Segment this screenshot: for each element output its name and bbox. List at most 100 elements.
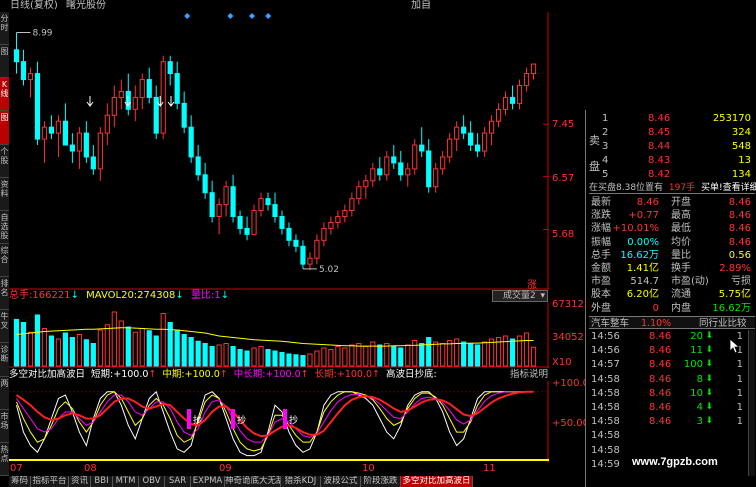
- tick-time: 14:57: [591, 359, 620, 371]
- candle-body: [146, 79, 152, 98]
- event-arrow-icon[interactable]: [86, 96, 94, 107]
- date-axis: 07 08 09 10 11: [9, 463, 549, 475]
- bottom-tab[interactable]: 阶段涨跌: [361, 476, 401, 487]
- left-tab[interactable]: 自选股: [0, 210, 9, 244]
- quote-label: 涨幅: [591, 223, 611, 235]
- event-diamond-icon[interactable]: [249, 13, 255, 19]
- indicator-help-button[interactable]: 指标说明: [510, 369, 548, 381]
- quote-row: 股本 6.20亿 流通 5.75亿: [589, 288, 755, 301]
- order-book-row[interactable]: 2 8.45 324: [600, 126, 755, 139]
- candle-body: [118, 90, 124, 98]
- order-price: 8.45: [648, 127, 671, 138]
- date-tick: 07: [10, 463, 23, 474]
- indicator-name[interactable]: 多空对比加高波日: [9, 369, 85, 380]
- sell-label-text: 卖盘: [589, 134, 600, 173]
- left-tab[interactable]: 个股: [0, 144, 9, 178]
- tick-row: 14:58: [589, 429, 747, 442]
- bottom-tab[interactable]: 猎杀KDJ: [281, 476, 321, 487]
- signal-bar: [283, 409, 287, 429]
- volume-bar: [125, 326, 131, 367]
- left-tab[interactable]: 两: [0, 376, 9, 410]
- sector-compare-button[interactable]: 同行业比较: [699, 317, 747, 330]
- volume-bar: [349, 344, 355, 367]
- order-status-left: 在买盘8.38位置有: [589, 183, 664, 193]
- event-arrow-icon[interactable]: [167, 96, 175, 107]
- order-book-row[interactable]: 4 8.43 13: [600, 154, 755, 167]
- left-tab[interactable]: K线: [0, 78, 9, 112]
- candle: [468, 121, 474, 151]
- volume-bar: [356, 343, 362, 367]
- left-tab[interactable]: 市场: [0, 409, 9, 443]
- order-book-row[interactable]: 5 8.42 134: [600, 168, 755, 181]
- tick-row: 14:57 8.46 100 ⬇ 1: [589, 358, 747, 371]
- mid-long-term-value: +100.0: [265, 369, 301, 380]
- event-diamond-icon[interactable]: [184, 13, 191, 19]
- candle-body: [265, 198, 271, 206]
- candle-body: [48, 126, 55, 134]
- volume-bar: [237, 349, 243, 367]
- bottom-tab[interactable]: OBV: [139, 476, 165, 487]
- candle-body: [530, 63, 537, 75]
- bottom-tab[interactable]: 筹码: [9, 476, 31, 487]
- volume-dropdown[interactable]: 成交量2 ▾: [492, 290, 548, 302]
- left-tab[interactable]: 排名: [0, 277, 9, 311]
- bottom-tab[interactable]: 神奇诡底大无敌线: [225, 476, 281, 487]
- quote-label: 市盈: [591, 276, 611, 288]
- order-status-bar[interactable]: 在买盘8.38位置有 197手 买单!查看详细: [589, 182, 756, 194]
- left-tab[interactable]: 牛叉: [0, 310, 9, 344]
- bottom-tab[interactable]: 多空对比加高波日: [401, 476, 473, 487]
- quote-row: 涨幅 +10.01% 最低 8.46: [589, 222, 755, 235]
- candle-body: [314, 239, 320, 259]
- candle: [377, 156, 383, 181]
- left-tab[interactable]: 图: [0, 111, 9, 145]
- bottom-tab[interactable]: MTM: [113, 476, 139, 487]
- bottom-tab[interactable]: 波段公式: [321, 476, 361, 487]
- candle-body: [209, 192, 215, 218]
- volume-bar: [34, 314, 41, 367]
- stock-name: 曙光股份: [66, 0, 106, 11]
- candle: [454, 121, 460, 151]
- order-volume: 134: [731, 169, 751, 180]
- bottom-tab[interactable]: BBI: [91, 476, 113, 487]
- bottom-tab[interactable]: SAR: [165, 476, 191, 487]
- tick-time: 14:58: [591, 402, 620, 413]
- tick-price: 8.46: [649, 359, 672, 371]
- order-book-row[interactable]: 3 8.44 548: [600, 140, 755, 153]
- candle-body: [174, 73, 180, 104]
- low-label: 5.02: [319, 265, 339, 275]
- period-label[interactable]: 日线(复权): [10, 0, 58, 12]
- candle: [118, 79, 124, 110]
- volume-bar: [412, 340, 418, 367]
- order-volume: 548: [731, 141, 751, 152]
- candle-body: [132, 96, 138, 110]
- volume-bar: [69, 337, 75, 367]
- candle-body: [55, 120, 62, 134]
- down-arrow-icon: ↓: [220, 290, 230, 301]
- candle-body: [377, 168, 383, 176]
- left-tab[interactable]: 诊断: [0, 343, 9, 377]
- tick-time: 14:58: [591, 387, 620, 399]
- left-tab[interactable]: 综合: [0, 244, 9, 278]
- left-tab[interactable]: 热点: [0, 442, 9, 476]
- scroll-bar[interactable]: [748, 330, 755, 476]
- bottom-tab[interactable]: EXPMA: [191, 476, 225, 487]
- event-diamond-icon[interactable]: [227, 13, 234, 19]
- indicator-chart[interactable]: 抄抄抄: [9, 381, 549, 463]
- overlay-add-button[interactable]: 加自: [411, 0, 431, 12]
- candle: [160, 55, 166, 140]
- left-tab[interactable]: 图: [0, 45, 9, 79]
- quote-value: 亏损: [731, 276, 751, 288]
- left-tab[interactable]: 资料: [0, 177, 9, 211]
- bottom-tab[interactable]: 资讯: [69, 476, 91, 487]
- sector-name[interactable]: 汽车整车: [591, 317, 629, 330]
- volume-bar: [188, 337, 194, 367]
- quote-row: 总手 16.62万 量比 0.56: [589, 249, 755, 262]
- order-status-mid: 197手: [668, 183, 696, 193]
- candlestick-chart[interactable]: 8.99 5.02: [9, 12, 549, 290]
- volume-chart[interactable]: [9, 302, 549, 368]
- tick-volume: 20: [690, 331, 703, 342]
- order-book-row[interactable]: 1 8.46 253170: [600, 112, 755, 125]
- event-diamond-icon[interactable]: [265, 13, 272, 19]
- bottom-tab[interactable]: 指标平台: [31, 476, 69, 487]
- left-tab[interactable]: 分时: [0, 12, 9, 46]
